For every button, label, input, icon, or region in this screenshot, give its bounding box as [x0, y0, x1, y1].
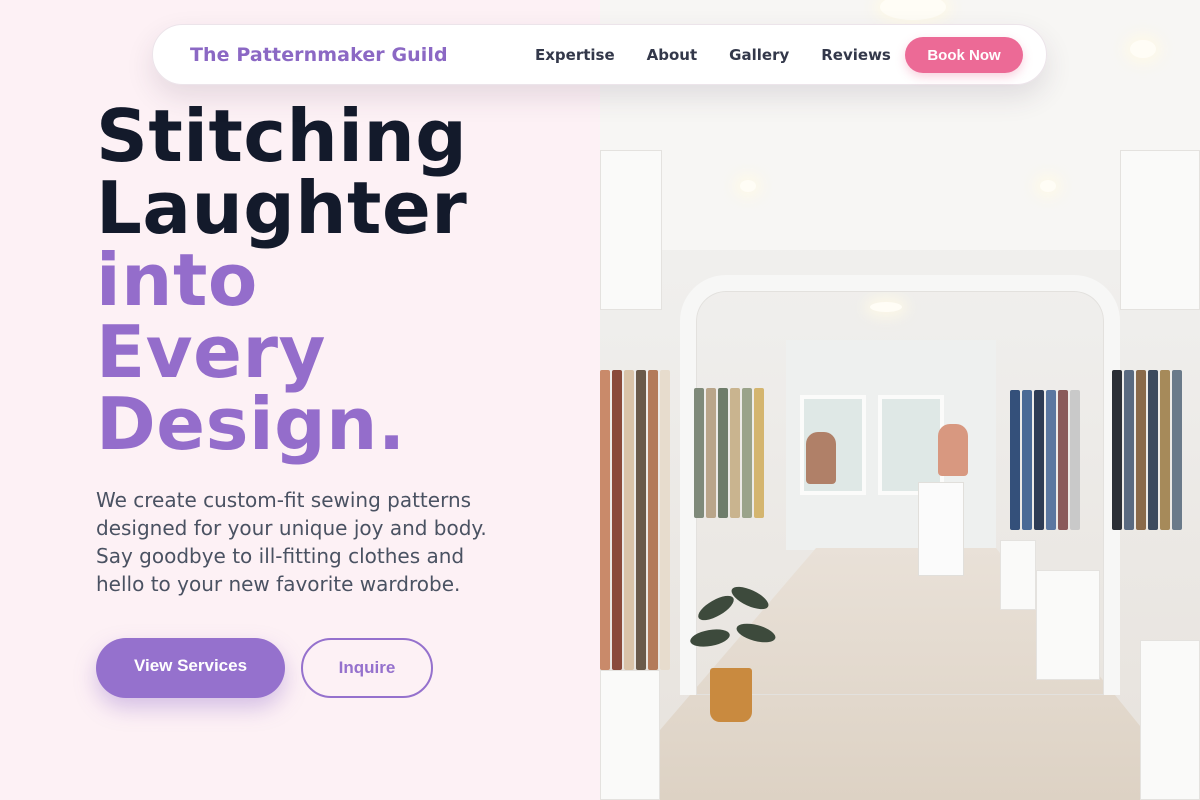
nav-link-reviews[interactable]: Reviews	[821, 46, 891, 64]
nav-link-about[interactable]: About	[647, 46, 698, 64]
brand-logo-text[interactable]: The Patternmaker Guild	[190, 44, 448, 66]
headline-line-4: Every	[96, 310, 326, 394]
headline-line-2: Laughter	[96, 166, 468, 250]
inquire-button[interactable]: Inquire	[301, 638, 433, 698]
top-navbar: The Patternmaker Guild Expertise About G…	[152, 24, 1047, 85]
view-services-button[interactable]: View Services	[96, 638, 285, 698]
headline-line-3: into	[96, 238, 258, 322]
nav-link-gallery[interactable]: Gallery	[729, 46, 789, 64]
boutique-interior-photo	[600, 0, 1200, 800]
nav-links: Expertise About Gallery Reviews	[535, 46, 923, 64]
hero-headline: Stitching Laughter into Every Design.	[96, 100, 467, 460]
book-now-button[interactable]: Book Now	[905, 37, 1023, 73]
hero-subtext: We create custom-fit sewing patterns des…	[96, 488, 487, 596]
headline-line-5: Design.	[96, 382, 406, 466]
nav-link-expertise[interactable]: Expertise	[535, 46, 615, 64]
headline-line-1: Stitching	[96, 94, 468, 178]
